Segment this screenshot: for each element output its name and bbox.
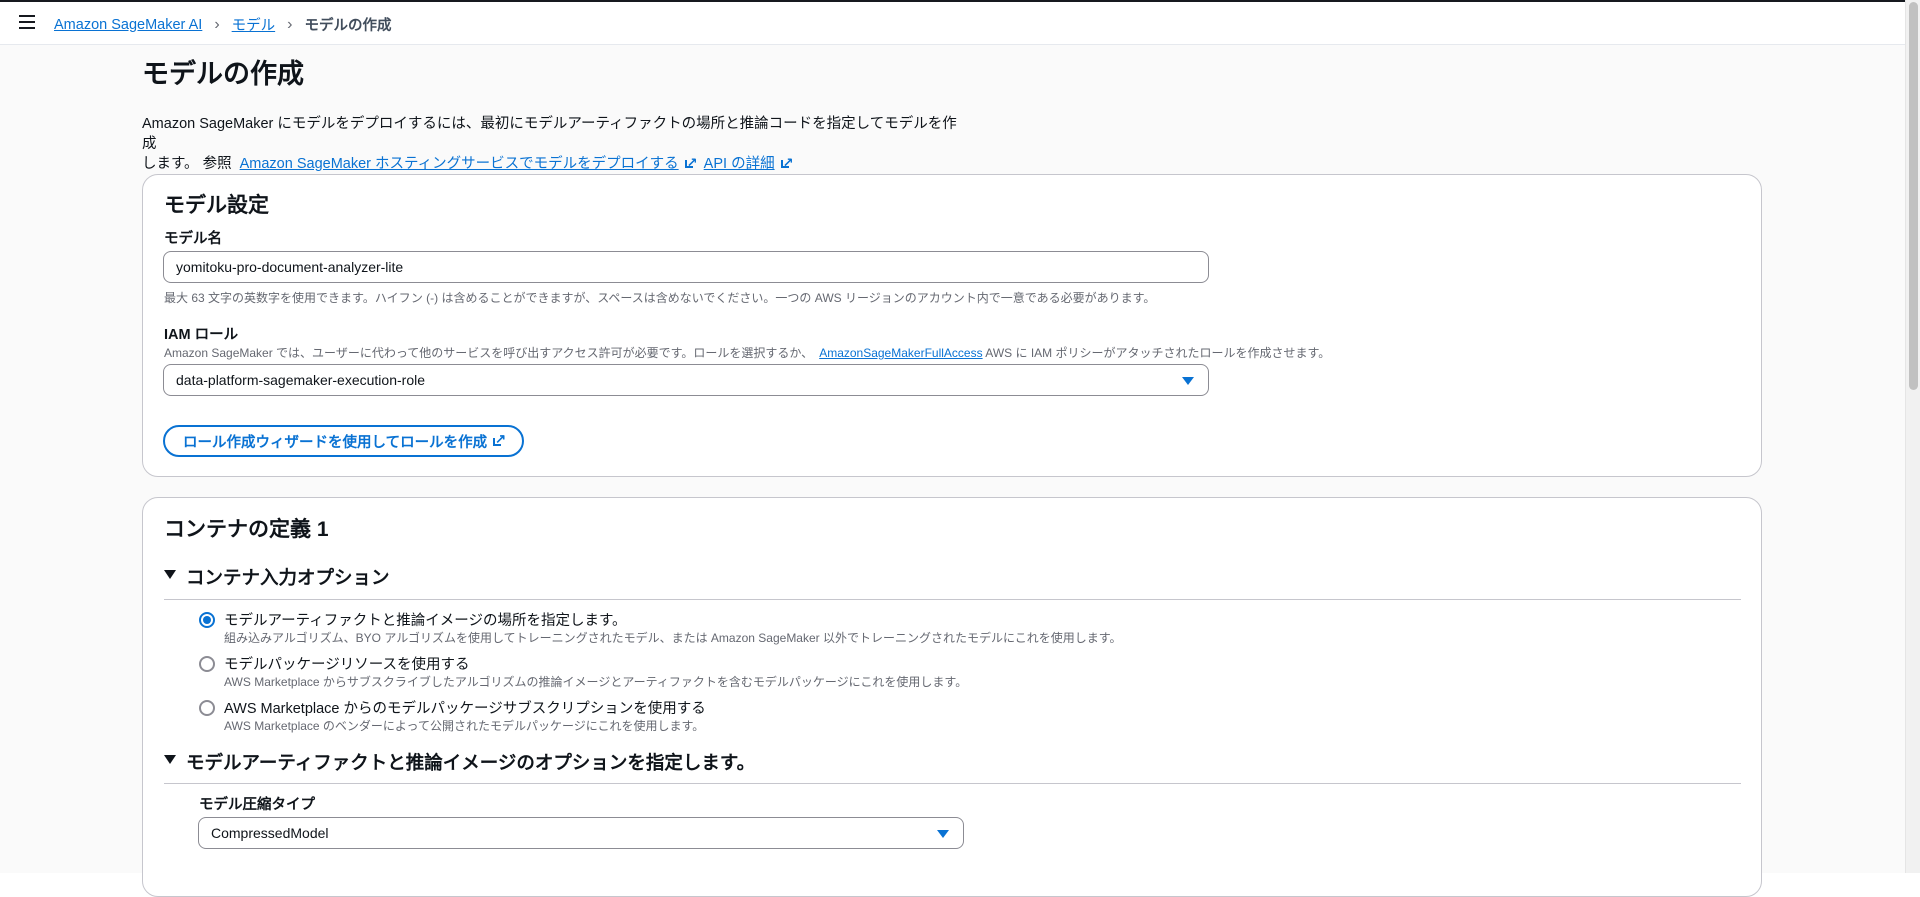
- model-name-label: モデル名: [164, 231, 222, 247]
- container-input-options-toggle[interactable]: コンテナ入力オプション: [164, 564, 390, 590]
- radio-button-checked[interactable]: [199, 612, 215, 628]
- section-divider: [164, 599, 1741, 600]
- page-description: Amazon SageMaker にモデルをデプロイするには、最初にモデルアーテ…: [142, 114, 962, 174]
- caret-down-icon: [164, 569, 176, 579]
- top-navigation-bar: Amazon SageMaker AI › モデル › モデルの作成: [0, 2, 1905, 45]
- container-definition-panel: コンテナの定義 1 コンテナ入力オプション モデルアーティファクトと推論イメージ…: [142, 497, 1762, 897]
- container-definition-title: コンテナの定義 1: [164, 518, 329, 541]
- compression-type-label: モデル圧縮タイプ: [199, 797, 315, 813]
- option-label: AWS Marketplace からのモデルパッケージサブスクリプションを使用す…: [224, 701, 706, 717]
- option-label: モデルアーティファクトと推論イメージの場所を指定します。: [224, 613, 627, 629]
- breadcrumb-models[interactable]: モデル: [232, 14, 276, 35]
- vertical-scrollbar[interactable]: [1905, 0, 1920, 873]
- iam-hint-text-1: Amazon SageMaker では、ユーザーに代わって他のサービスを呼び出す…: [164, 346, 814, 360]
- section-divider: [164, 783, 1741, 784]
- iam-role-label: IAM ロール: [164, 327, 239, 343]
- external-link-icon: [780, 153, 793, 173]
- chevron-right-icon: ›: [287, 15, 293, 33]
- chevron-right-icon: ›: [214, 15, 220, 33]
- iam-role-hint: Amazon SageMaker では、ユーザーに代わって他のサービスを呼び出す…: [164, 344, 1330, 361]
- caret-down-icon: [1182, 377, 1194, 385]
- breadcrumb: Amazon SageMaker AI › モデル › モデルの作成: [54, 14, 391, 35]
- breadcrumb-sagemaker-ai[interactable]: Amazon SageMaker AI: [54, 17, 202, 33]
- radio-button[interactable]: [199, 656, 215, 672]
- container-input-options-title: コンテナ入力オプション: [186, 567, 390, 588]
- model-name-input[interactable]: [163, 251, 1209, 283]
- artifact-options-title: モデルアーティファクトと推論イメージのオプションを指定します。: [186, 752, 756, 773]
- option-description: 組み込みアルゴリズム、BYO アルゴリズムを使用してトレーニングされたモデル、ま…: [224, 631, 1122, 645]
- hosting-docs-link-text: Amazon SageMaker ホスティングサービスでモデルをデプロイする: [239, 156, 679, 172]
- external-link-icon: [493, 431, 506, 447]
- api-details-link-text: API の詳細: [703, 156, 775, 172]
- create-role-wizard-button[interactable]: ロール作成ウィザードを使用してロールを作成: [163, 425, 525, 457]
- option-label: モデルパッケージリソースを使用する: [224, 657, 470, 673]
- scrollbar-thumb[interactable]: [1909, 2, 1918, 390]
- model-settings-panel: モデル設定 モデル名 最大 63 文字の英数字を使用できます。ハイフン (-) …: [142, 174, 1762, 477]
- description-text-1: Amazon SageMaker にモデルをデプロイするには、最初にモデルアーテ…: [142, 116, 957, 152]
- model-settings-title: モデル設定: [164, 194, 269, 217]
- full-access-policy-link[interactable]: AmazonSageMakerFullAccess: [819, 346, 982, 360]
- breadcrumb-current: モデルの作成: [304, 18, 392, 34]
- caret-down-icon: [164, 754, 176, 764]
- create-role-wizard-label: ロール作成ウィザードを使用してロールを作成: [183, 434, 488, 451]
- option-description: AWS Marketplace のベンダーによって公開されたモデルパッケージにこ…: [224, 719, 705, 733]
- iam-role-select[interactable]: data-platform-sagemaker-execution-role: [163, 364, 1209, 396]
- compression-type-select[interactable]: CompressedModel: [198, 817, 964, 849]
- api-details-link[interactable]: API の詳細: [703, 153, 794, 173]
- iam-hint-text-2: AWS に IAM ポリシーがアタッチされたロールを作成させます。: [985, 346, 1331, 360]
- page-title: モデルの作成: [142, 59, 304, 89]
- external-link-icon: [684, 153, 698, 173]
- radio-button[interactable]: [199, 700, 215, 716]
- model-name-hint: 最大 63 文字の英数字を使用できます。ハイフン (-) は含めることができます…: [164, 291, 1156, 305]
- hamburger-menu-icon[interactable]: [19, 15, 35, 29]
- hosting-docs-link[interactable]: Amazon SageMaker ホスティングサービスでモデルをデプロイする: [239, 153, 698, 173]
- iam-role-selected-value: data-platform-sagemaker-execution-role: [176, 372, 425, 388]
- option-description: AWS Marketplace からサブスクライブしたアルゴリズムの推論イメージ…: [224, 675, 968, 689]
- artifact-options-toggle[interactable]: モデルアーティファクトと推論イメージのオプションを指定します。: [164, 749, 755, 775]
- caret-down-icon: [937, 830, 949, 838]
- compression-type-selected-value: CompressedModel: [211, 825, 329, 841]
- description-text-2: します。 参照: [142, 156, 232, 172]
